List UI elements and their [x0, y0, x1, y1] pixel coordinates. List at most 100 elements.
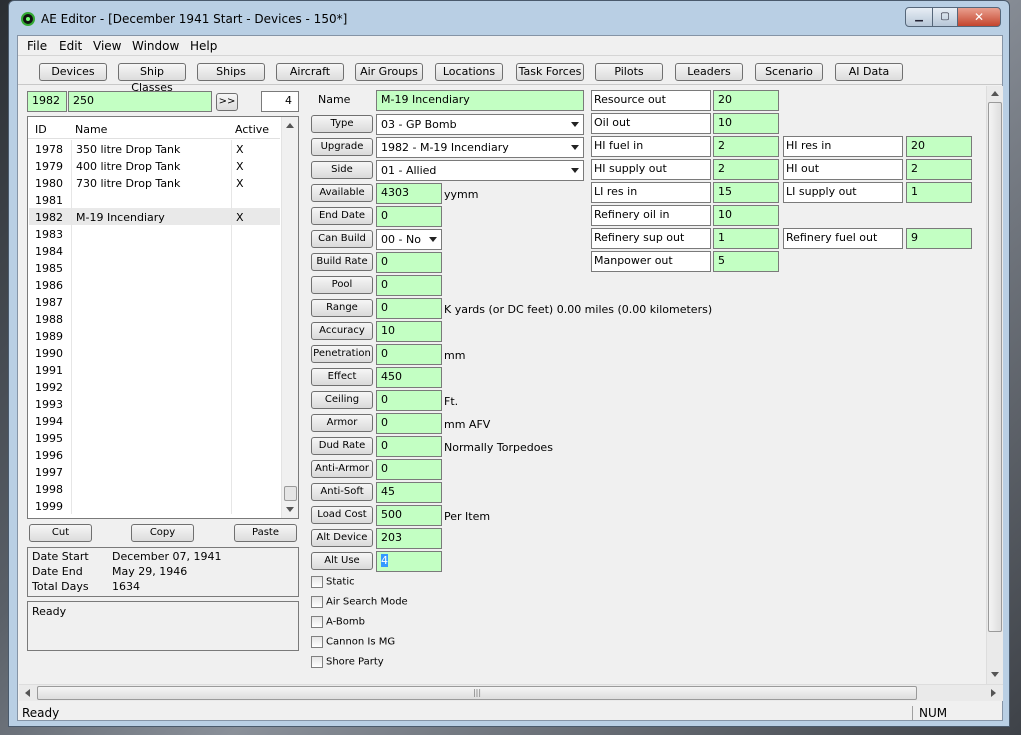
refinery-oil-in-field[interactable]: 10	[713, 205, 779, 226]
list-item[interactable]: 1993	[29, 395, 280, 412]
tab-task-forces[interactable]: Task Forces	[516, 63, 584, 81]
available-button[interactable]: Available	[311, 184, 373, 202]
tab-aircraft[interactable]: Aircraft	[276, 63, 344, 81]
alt-use-field[interactable]: 4	[376, 551, 442, 572]
a-bomb-checkbox[interactable]: A-Bomb	[311, 616, 365, 628]
anti-soft-field[interactable]: 45	[376, 482, 442, 503]
ceiling-button[interactable]: Ceiling	[311, 391, 373, 409]
menu-file[interactable]: File	[27, 39, 47, 53]
list-item[interactable]: 1978 350 litre Drop Tank X	[29, 140, 280, 157]
list-item[interactable]: 1981	[29, 191, 280, 208]
type-select[interactable]: 03 - GP Bomb	[376, 114, 584, 135]
cannon-mg-checkbox[interactable]: Cannon Is MG	[311, 636, 395, 648]
accuracy-field[interactable]: 10	[376, 321, 442, 342]
manpower-out-field[interactable]: 5	[713, 251, 779, 272]
list-scrollbar[interactable]	[281, 117, 298, 518]
alt-use-button[interactable]: Alt Use	[311, 552, 373, 570]
alt-device-button[interactable]: Alt Device	[311, 529, 373, 547]
cut-button[interactable]: Cut	[29, 524, 92, 542]
upgrade-button[interactable]: Upgrade	[311, 138, 373, 156]
list-item[interactable]: 1992	[29, 378, 280, 395]
go-button[interactable]: >>	[216, 93, 238, 111]
upgrade-select[interactable]: 1982 - M-19 Incendiary	[376, 137, 584, 158]
header-active[interactable]: Active	[235, 123, 269, 136]
li-supply-out-field[interactable]: 1	[906, 182, 972, 203]
tab-air-groups[interactable]: Air Groups	[355, 63, 423, 81]
alt-device-field[interactable]: 203	[376, 528, 442, 549]
list-item[interactable]: 1980 730 litre Drop Tank X	[29, 174, 280, 191]
range-field[interactable]: 0	[376, 298, 442, 319]
list-item[interactable]: 1999	[29, 497, 280, 514]
list-item[interactable]: 1986	[29, 276, 280, 293]
menu-view[interactable]: View	[93, 39, 121, 53]
hi-res-in-field[interactable]: 20	[906, 136, 972, 157]
dud-rate-button[interactable]: Dud Rate	[311, 437, 373, 455]
list-item[interactable]: 1983	[29, 225, 280, 242]
li-res-in-field[interactable]: 15	[713, 182, 779, 203]
value-field[interactable]: 250	[68, 91, 212, 112]
checkbox-box[interactable]	[311, 656, 323, 668]
dud-rate-field[interactable]: 0	[376, 436, 442, 457]
list-item[interactable]: 1995	[29, 429, 280, 446]
armor-button[interactable]: Armor	[311, 414, 373, 432]
accuracy-button[interactable]: Accuracy	[311, 322, 373, 340]
oil-out-field[interactable]: 10	[713, 113, 779, 134]
tab-ship-classes[interactable]: Ship Classes	[118, 63, 186, 94]
minimize-button[interactable]: ▁	[905, 7, 933, 27]
ceiling-field[interactable]: 0	[376, 390, 442, 411]
list-item[interactable]: 1990	[29, 344, 280, 361]
copy-button[interactable]: Copy	[131, 524, 194, 542]
tab-ships[interactable]: Ships	[197, 63, 265, 81]
menu-window[interactable]: Window	[132, 39, 179, 53]
close-button[interactable]: ✕	[957, 7, 1001, 27]
hi-supply-out-field[interactable]: 2	[713, 159, 779, 180]
refinery-fuel-out-field[interactable]: 9	[906, 228, 972, 249]
load-cost-button[interactable]: Load Cost	[311, 506, 373, 524]
end-date-button[interactable]: End Date	[311, 207, 373, 225]
list-item[interactable]: 1982 M-19 Incendiary X	[29, 208, 280, 225]
range-button[interactable]: Range	[311, 299, 373, 317]
main-vscroll-thumb[interactable]	[988, 102, 1002, 632]
checkbox-box[interactable]	[311, 636, 323, 648]
device-list[interactable]: ID Name Active 1978 350 litre Drop Tank X 1…	[27, 116, 299, 519]
build-rate-field[interactable]: 0	[376, 252, 442, 273]
list-item[interactable]: 1984	[29, 242, 280, 259]
menu-help[interactable]: Help	[190, 39, 217, 53]
header-name[interactable]: Name	[75, 123, 107, 136]
penetration-button[interactable]: Penetration	[311, 345, 373, 363]
penetration-field[interactable]: 0	[376, 344, 442, 365]
list-item[interactable]: 1985	[29, 259, 280, 276]
hi-fuel-in-field[interactable]: 2	[713, 136, 779, 157]
header-id[interactable]: ID	[35, 123, 47, 136]
list-item[interactable]: 1998	[29, 480, 280, 497]
resource-out-field[interactable]: 20	[713, 90, 779, 111]
end-date-field[interactable]: 0	[376, 206, 442, 227]
checkbox-box[interactable]	[311, 576, 323, 588]
tab-pilots[interactable]: Pilots	[595, 63, 663, 81]
id-field[interactable]: 1982	[27, 91, 67, 112]
type-button[interactable]: Type	[311, 115, 373, 133]
side-select[interactable]: 01 - Allied	[376, 160, 584, 181]
effect-field[interactable]: 450	[376, 367, 442, 388]
anti-armor-field[interactable]: 0	[376, 459, 442, 480]
checkbox-box[interactable]	[311, 596, 323, 608]
can-build-select[interactable]: 00 - No	[376, 229, 442, 250]
tab-devices[interactable]: Devices	[39, 63, 107, 81]
list-item[interactable]: 1989	[29, 327, 280, 344]
list-item[interactable]: 1987	[29, 293, 280, 310]
list-item[interactable]: 1988	[29, 310, 280, 327]
armor-field[interactable]: 0	[376, 413, 442, 434]
build-rate-button[interactable]: Build Rate	[311, 253, 373, 271]
tab-scenario[interactable]: Scenario	[755, 63, 823, 81]
side-button[interactable]: Side	[311, 161, 373, 179]
list-scroll-thumb[interactable]	[284, 486, 297, 501]
static-checkbox[interactable]: Static	[311, 576, 355, 588]
can-build-button[interactable]: Can Build	[311, 230, 373, 248]
menu-edit[interactable]: Edit	[59, 39, 82, 53]
list-item[interactable]: 1979 400 litre Drop Tank X	[29, 157, 280, 174]
list-item[interactable]: 1994	[29, 412, 280, 429]
refinery-sup-out-field[interactable]: 1	[713, 228, 779, 249]
name-field[interactable]: M-19 Incendiary	[376, 90, 584, 111]
available-field[interactable]: 4303	[376, 183, 442, 204]
checkbox-box[interactable]	[311, 616, 323, 628]
